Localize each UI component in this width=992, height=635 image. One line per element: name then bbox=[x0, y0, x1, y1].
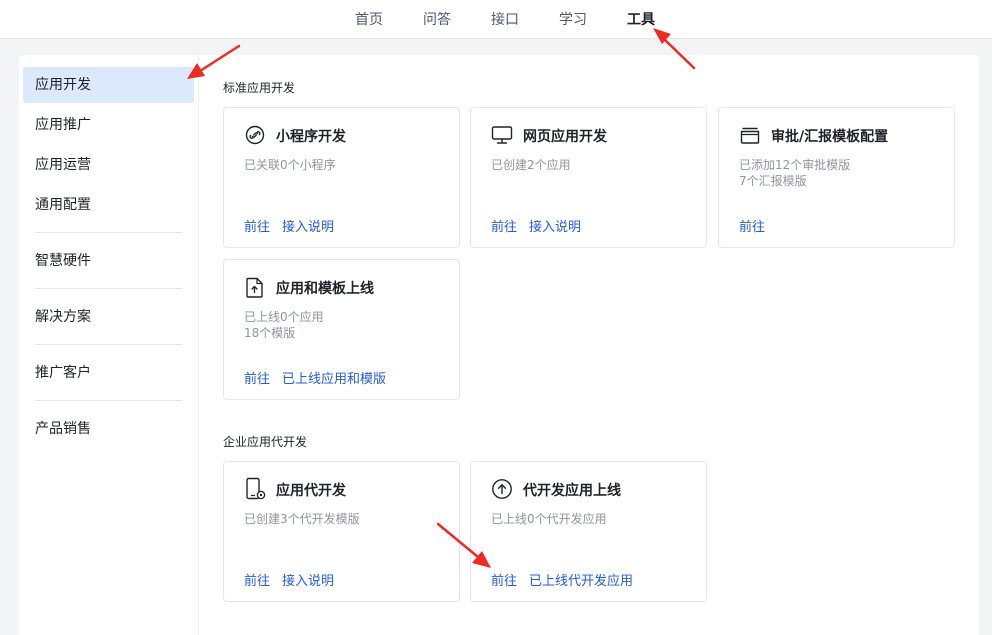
card-title: 应用和模板上线 bbox=[276, 281, 374, 297]
section-title-standard: 标准应用开发 bbox=[223, 81, 296, 95]
card-title: 小程序开发 bbox=[276, 129, 346, 145]
card-links: 前往 bbox=[739, 216, 777, 235]
card-title: 网页应用开发 bbox=[523, 129, 607, 145]
sidebar-item-product-sales[interactable]: 产品销售 bbox=[23, 411, 194, 447]
nav-api[interactable]: 接口 bbox=[491, 9, 519, 29]
sidebar-item-app-promotion[interactable]: 应用推广 bbox=[23, 107, 194, 143]
card-desc: 已创建2个应用 bbox=[491, 157, 571, 173]
card-desc-line: 已创建2个应用 bbox=[491, 158, 571, 172]
sidebar-item-promote-customers[interactable]: 推广客户 bbox=[23, 355, 194, 391]
launched-apps-link[interactable]: 已上线应用和模版 bbox=[282, 372, 386, 387]
card-title: 应用代开发 bbox=[276, 483, 346, 499]
card-app-template-launch: 应用和模板上线 已上线0个应用 18个模版 前往 已上线应用和模版 bbox=[223, 259, 460, 400]
card-desc-line: 7个汇报模版 bbox=[739, 174, 807, 188]
top-nav: 首页 问答 接口 学习 工具 bbox=[0, 0, 992, 39]
card-desc: 已上线0个应用 18个模版 bbox=[244, 309, 324, 341]
card-desc-line: 18个模版 bbox=[244, 326, 296, 340]
launched-proxy-apps-link[interactable]: 已上线代开发应用 bbox=[529, 574, 633, 589]
nav-tools[interactable]: 工具 bbox=[627, 9, 655, 29]
sidebar-item-solutions[interactable]: 解决方案 bbox=[23, 299, 194, 335]
monitor-icon bbox=[491, 124, 513, 146]
card-desc-line: 已创建3个代开发模版 bbox=[244, 512, 360, 526]
sidebar-item-app-operation[interactable]: 应用运营 bbox=[23, 147, 194, 183]
section-title-enterprise: 企业应用代开发 bbox=[223, 435, 308, 449]
goto-link[interactable]: 前往 bbox=[491, 220, 517, 235]
sidebar-divider bbox=[35, 400, 182, 401]
card-links: 前往 已上线应用和模版 bbox=[244, 368, 398, 387]
phone-gear-icon bbox=[244, 477, 266, 500]
card-desc: 已创建3个代开发模版 bbox=[244, 511, 360, 527]
card-desc-line: 已上线0个应用 bbox=[244, 310, 324, 324]
nav-qa[interactable]: 问答 bbox=[423, 9, 451, 29]
card-links: 前往 接入说明 bbox=[491, 216, 593, 235]
card-title: 审批/汇报模板配置 bbox=[771, 129, 889, 145]
circle-upload-icon bbox=[491, 478, 513, 500]
goto-link[interactable]: 前往 bbox=[244, 574, 270, 589]
guide-link[interactable]: 接入说明 bbox=[529, 220, 581, 235]
card-desc-line: 已添加12个审批模版 bbox=[739, 158, 851, 172]
goto-link[interactable]: 前往 bbox=[739, 220, 765, 235]
sidebar-item-app-dev[interactable]: 应用开发 bbox=[23, 67, 194, 103]
file-upload-icon bbox=[244, 276, 266, 298]
card-miniprogram-dev: 小程序开发 已关联0个小程序 前往 接入说明 bbox=[223, 107, 460, 248]
card-desc: 已关联0个小程序 bbox=[244, 157, 336, 173]
goto-link[interactable]: 前往 bbox=[244, 220, 270, 235]
sidebar-item-general-config[interactable]: 通用配置 bbox=[23, 187, 194, 223]
card-proxy-app-launch: 代开发应用上线 已上线0个代开发应用 前往 已上线代开发应用 bbox=[470, 461, 707, 602]
guide-link[interactable]: 接入说明 bbox=[282, 220, 334, 235]
card-title: 代开发应用上线 bbox=[523, 483, 621, 499]
card-desc-line: 已关联0个小程序 bbox=[244, 158, 336, 172]
goto-link[interactable]: 前往 bbox=[491, 574, 517, 589]
template-icon bbox=[739, 124, 761, 146]
card-web-app-dev: 网页应用开发 已创建2个应用 前往 接入说明 bbox=[470, 107, 707, 248]
sidebar-divider bbox=[35, 344, 182, 345]
sidebar: 应用开发 应用推广 应用运营 通用配置 智慧硬件 解决方案 推广客户 产品销售 bbox=[19, 55, 199, 635]
sidebar-divider bbox=[35, 288, 182, 289]
nav-home[interactable]: 首页 bbox=[355, 9, 383, 29]
card-links: 前往 接入说明 bbox=[244, 570, 346, 589]
main-panel: 标准应用开发 小程序开发 已关联0个小程序 前往 接入说明 网页应用开发 已创建2… bbox=[199, 55, 979, 635]
card-proxy-dev: 应用代开发 已创建3个代开发模版 前往 接入说明 bbox=[223, 461, 460, 602]
nav-learn[interactable]: 学习 bbox=[559, 9, 587, 29]
sidebar-item-smart-hardware[interactable]: 智慧硬件 bbox=[23, 243, 194, 279]
card-approval-template: 审批/汇报模板配置 已添加12个审批模版 7个汇报模版 前往 bbox=[718, 107, 955, 248]
card-desc: 已添加12个审批模版 7个汇报模版 bbox=[739, 157, 850, 189]
link-icon bbox=[244, 124, 266, 146]
goto-link[interactable]: 前往 bbox=[244, 372, 270, 387]
guide-link[interactable]: 接入说明 bbox=[282, 574, 334, 589]
card-desc: 已上线0个代开发应用 bbox=[491, 511, 607, 527]
card-links: 前往 接入说明 bbox=[244, 216, 346, 235]
sidebar-divider bbox=[35, 232, 182, 233]
card-links: 前往 已上线代开发应用 bbox=[491, 570, 645, 589]
card-desc-line: 已上线0个代开发应用 bbox=[491, 512, 607, 526]
